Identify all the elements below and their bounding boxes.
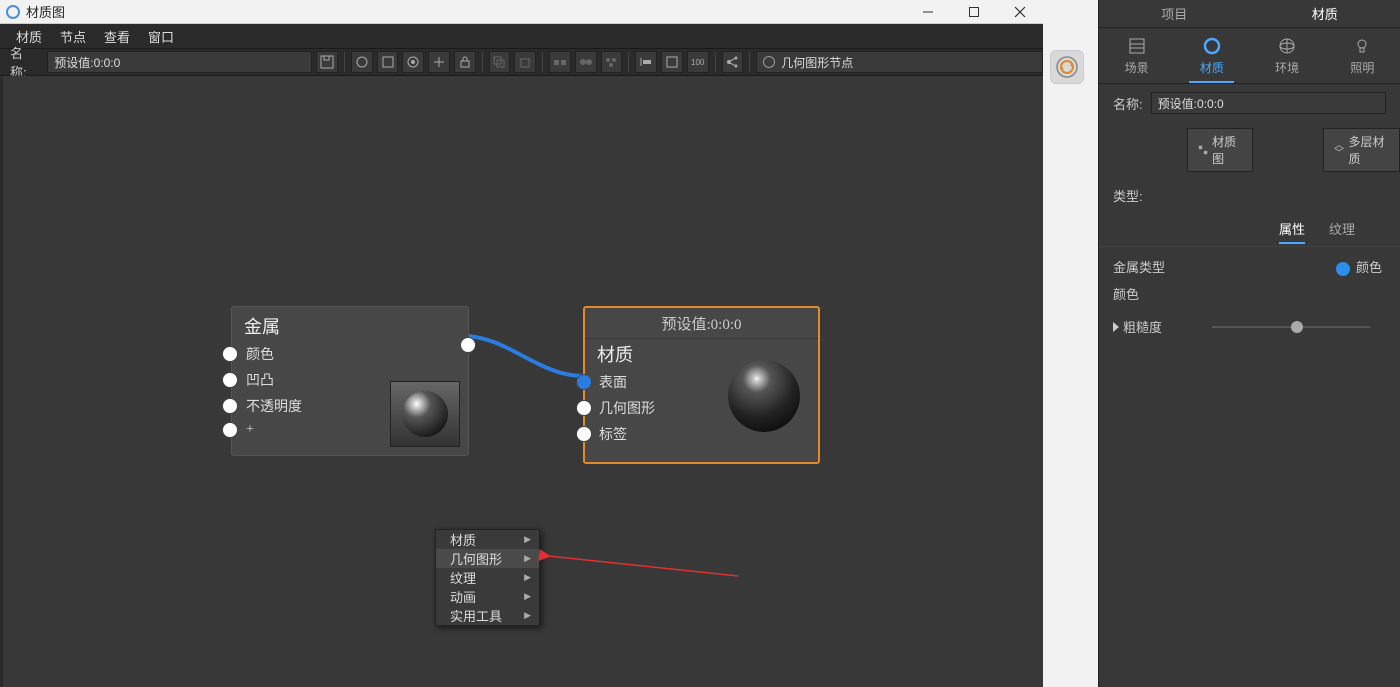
tab-material-top[interactable]: 材质 xyxy=(1250,4,1400,23)
material-graph-button[interactable]: 材质图 xyxy=(1187,128,1253,172)
graph-icon xyxy=(1198,144,1208,156)
close-button[interactable] xyxy=(997,0,1043,24)
node-preset-preview xyxy=(728,360,800,432)
color-row: 颜色 xyxy=(1099,280,1400,307)
node-preset-head: 预设值:0:0:0 xyxy=(585,308,818,339)
window-gap xyxy=(1043,0,1098,687)
scene-icon xyxy=(1127,36,1147,56)
tab-material[interactable]: 材质 xyxy=(1174,28,1249,83)
port-color[interactable] xyxy=(222,346,238,362)
expand-icon[interactable] xyxy=(1113,322,1119,332)
search-icon xyxy=(763,56,775,68)
menu-node[interactable]: 节点 xyxy=(54,27,92,46)
row-color: 颜色 xyxy=(246,344,274,364)
tab-scene[interactable]: 场景 xyxy=(1099,28,1174,83)
trash-icon[interactable] xyxy=(514,51,536,73)
node-preset[interactable]: 预设值:0:0:0 材质 表面 几何图形 标签 xyxy=(583,306,820,464)
port-bump[interactable] xyxy=(222,372,238,388)
right-panel: 项目 材质 场景 材质 环境 照明 名称: 材质图 多层材质 xyxy=(1098,0,1400,687)
maximize-button[interactable] xyxy=(951,0,997,24)
roughness-row: 粗糙度 xyxy=(1099,307,1400,340)
context-menu[interactable]: 材质▶ 几何图形▶ 纹理▶ 动画▶ 实用工具▶ xyxy=(435,529,540,626)
menubar: 材质 节点 查看 窗口 xyxy=(0,24,1043,48)
row-label: 标签 xyxy=(599,424,627,444)
geometry-node-search[interactable]: 几何图形节点 xyxy=(756,51,1043,73)
port-output[interactable] xyxy=(460,337,476,353)
frame-icon[interactable] xyxy=(377,51,399,73)
ctx-item-animation[interactable]: 动画▶ xyxy=(436,587,539,606)
row-bump: 凹凸 xyxy=(246,370,274,390)
geometry-node-label: 几何图形节点 xyxy=(781,54,853,71)
row-geometry: 几何图形 xyxy=(599,398,655,418)
panel-name-input[interactable] xyxy=(1151,92,1386,114)
annotation-arrow xyxy=(538,542,748,582)
tab-lighting[interactable]: 照明 xyxy=(1325,28,1400,83)
metal-type-row: 金属类型 颜色 xyxy=(1099,247,1400,280)
lighting-icon xyxy=(1352,36,1372,56)
panel-icon-tabs: 场景 材质 环境 照明 xyxy=(1099,28,1400,84)
port-geometry[interactable] xyxy=(576,400,592,416)
row-add: + xyxy=(246,422,254,438)
multi-material-button[interactable]: 多层材质 xyxy=(1323,128,1400,172)
window-title: 材质图 xyxy=(26,2,65,21)
menu-window[interactable]: 窗口 xyxy=(142,27,180,46)
color-label: 颜色 xyxy=(1113,284,1139,303)
node-metal[interactable]: 金属 颜色 凹凸 不透明度 + xyxy=(231,306,469,456)
port-opacity[interactable] xyxy=(222,398,238,414)
subtab-properties[interactable]: 属性 xyxy=(1279,219,1305,244)
ctx-item-geometry[interactable]: 几何图形▶ xyxy=(436,549,539,568)
roughness-slider[interactable] xyxy=(1212,326,1370,328)
align2-icon[interactable] xyxy=(661,51,683,73)
type-label: 类型: xyxy=(1113,186,1143,205)
environment-icon xyxy=(1277,36,1297,56)
group2-icon[interactable] xyxy=(575,51,597,73)
scale100-icon[interactable]: 100 xyxy=(687,51,709,73)
roughness-label: 粗糙度 xyxy=(1123,317,1162,336)
menu-view[interactable]: 查看 xyxy=(98,27,136,46)
subtab-texture[interactable]: 纹理 xyxy=(1329,219,1355,244)
app-icon xyxy=(6,5,20,19)
port-surface[interactable] xyxy=(576,374,592,390)
row-surface: 表面 xyxy=(599,372,627,392)
copy-icon[interactable] xyxy=(489,51,511,73)
port-label[interactable] xyxy=(576,426,592,442)
target-icon[interactable] xyxy=(402,51,424,73)
align1-icon[interactable] xyxy=(635,51,657,73)
toolbar: 名称: 100 几何图形节点 xyxy=(0,48,1043,76)
panel-name-label: 名称: xyxy=(1113,94,1143,113)
refresh-icon[interactable] xyxy=(351,51,373,73)
group1-icon[interactable] xyxy=(549,51,571,73)
arrows-icon[interactable] xyxy=(428,51,450,73)
metal-type-value[interactable]: 颜色 xyxy=(1336,257,1382,276)
minimize-button[interactable] xyxy=(905,0,951,24)
material-icon xyxy=(1202,36,1222,56)
row-opacity: 不透明度 xyxy=(246,396,302,416)
ctx-item-utility[interactable]: 实用工具▶ xyxy=(436,606,539,625)
tab-project[interactable]: 项目 xyxy=(1099,4,1250,23)
name-input[interactable] xyxy=(47,51,312,73)
node-canvas[interactable]: 金属 颜色 凹凸 不透明度 + 预设值:0:0:0 材质 表面 几何图形 标签 … xyxy=(3,76,1043,687)
ctx-item-material[interactable]: 材质▶ xyxy=(436,530,539,549)
metal-type-label: 金属类型 xyxy=(1113,257,1165,276)
layers-icon xyxy=(1334,144,1344,156)
sync-button[interactable] xyxy=(1050,50,1084,84)
panel-name-row: 名称: xyxy=(1099,84,1400,122)
node-metal-thumbnail xyxy=(390,381,460,447)
node-metal-title: 金属 xyxy=(232,307,468,341)
tab-environment[interactable]: 环境 xyxy=(1250,28,1325,83)
share-icon[interactable] xyxy=(722,51,744,73)
port-add[interactable] xyxy=(222,422,238,438)
subtabs: 属性 纹理 xyxy=(1099,213,1400,247)
lock-icon[interactable] xyxy=(454,51,476,73)
group3-icon[interactable] xyxy=(601,51,623,73)
save-icon[interactable] xyxy=(316,51,338,73)
titlebar: 材质图 xyxy=(0,0,1043,24)
panel-top-tabs: 项目 材质 xyxy=(1099,0,1400,28)
ctx-item-texture[interactable]: 纹理▶ xyxy=(436,568,539,587)
